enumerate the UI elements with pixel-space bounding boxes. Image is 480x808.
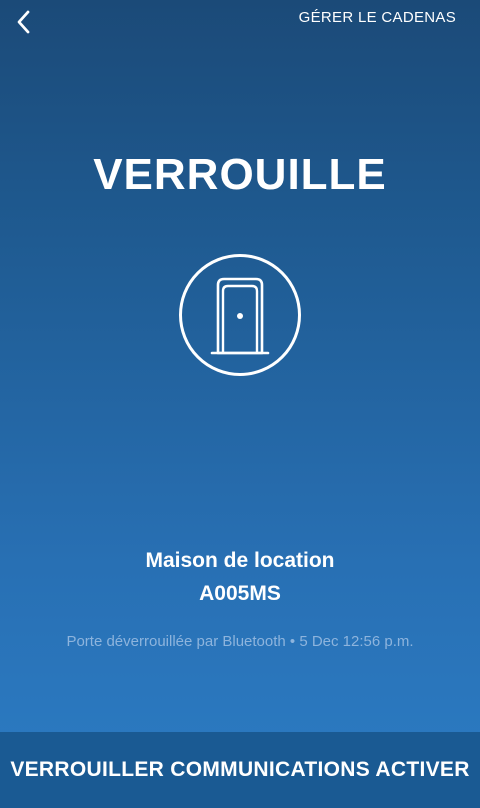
lock-status-title: VERROUILLE bbox=[93, 150, 387, 199]
last-event-text: Porte déverrouillée par Bluetooth • 5 De… bbox=[66, 633, 414, 650]
chevron-left-icon bbox=[17, 10, 30, 34]
lock-name: Maison de location bbox=[145, 549, 335, 572]
lock-action-label: VERROUILLER COMMUNICATIONS ACTIVER bbox=[10, 758, 470, 781]
back-button[interactable] bbox=[8, 6, 40, 38]
door-icon bbox=[179, 254, 301, 376]
lock-action-button[interactable]: VERROUILLER COMMUNICATIONS ACTIVER bbox=[0, 732, 480, 808]
top-bar: GÉRER LE CADENAS bbox=[0, 0, 480, 48]
lock-status-screen: GÉRER LE CADENAS VERROUILLE Maison de lo… bbox=[0, 0, 480, 808]
lock-id: A005MS bbox=[199, 582, 281, 605]
manage-lock-link[interactable]: GÉRER LE CADENAS bbox=[299, 9, 456, 26]
